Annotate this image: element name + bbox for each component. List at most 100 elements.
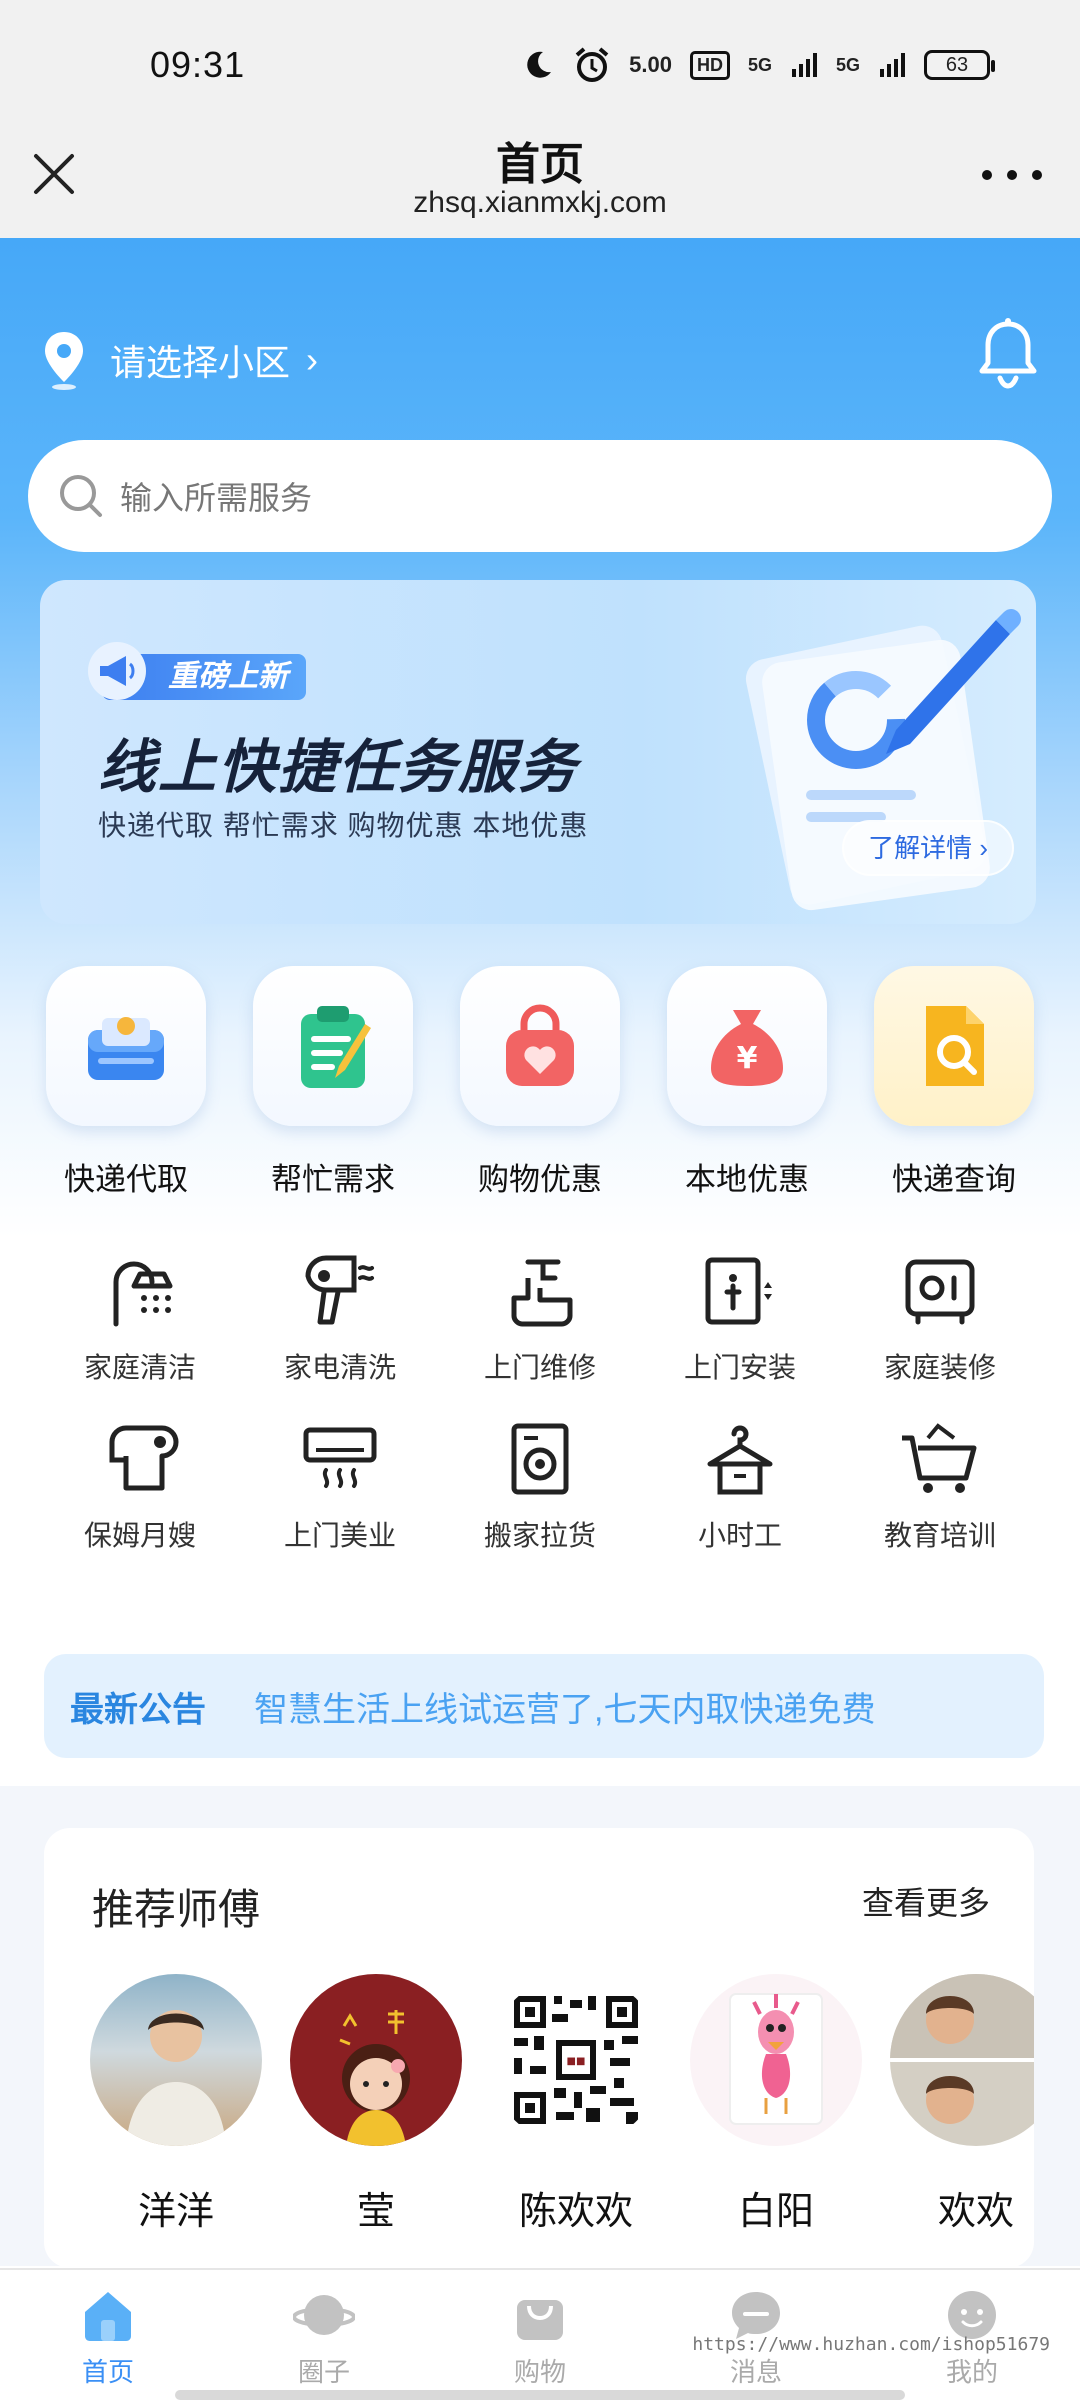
banner-detail-button[interactable]: 了解详情 › [842, 820, 1014, 876]
nav-tab-circle[interactable]: 圈子 [216, 2270, 432, 2400]
service-education[interactable]: 教育培训 [840, 1416, 1040, 1554]
hanger-icon [707, 1425, 773, 1495]
section-title: 推荐师傅 [92, 1886, 261, 1933]
master-item[interactable]: 欢欢 [890, 1974, 1034, 2235]
money-bag-icon: ¥ [667, 966, 827, 1126]
megaphone-icon [88, 642, 146, 700]
service-home-installation[interactable]: 上门安装 [640, 1248, 840, 1386]
search-placeholder: 输入所需服务 [120, 480, 313, 516]
net-speed-value: 5.00 [629, 52, 672, 77]
service-help-request[interactable]: 帮忙需求 [235, 966, 431, 1199]
page-url: zhsq.xianmxkj.com [413, 186, 667, 219]
service-nanny[interactable]: 保姆月嫂 [40, 1416, 240, 1554]
alarm-icon [573, 46, 611, 84]
service-label: 购物优惠 [478, 1162, 602, 1197]
nav-label: 我的 [945, 2357, 998, 2387]
service-label: 家电清洗 [283, 1352, 396, 1383]
hd-badge: HD [689, 50, 730, 80]
promo-banner[interactable]: 重磅上新 线上快捷任务服务 快递代取 帮忙需求 购物优惠 本地优惠 了解详情 › [40, 580, 1036, 924]
service-label: 保姆月嫂 [83, 1520, 196, 1551]
location-selector[interactable]: 请选择小区 › [40, 330, 318, 390]
qr-code-icon: ■■ [510, 1992, 642, 2128]
status-bar: 09:31 5.00 HD 5G 5G 63 [0, 0, 1080, 120]
service-moving[interactable]: 搬家拉货 [440, 1416, 640, 1554]
announcement-bar[interactable]: 最新公告 智慧生活上线试运营了,七天内取快递免费 [44, 1654, 1044, 1758]
service-label: 搬家拉货 [483, 1520, 596, 1551]
avatar: ■■ [490, 1974, 662, 2146]
watermark: https://www.huzhan.com/ishop51679 [692, 2334, 1050, 2355]
nav-tab-shopping[interactable]: 购物 [432, 2270, 648, 2400]
master-item[interactable]: 白阳 [690, 1974, 862, 2235]
service-appliance-cleaning[interactable]: 家电清洗 [240, 1248, 440, 1386]
service-home-repair[interactable]: 上门维修 [440, 1248, 640, 1386]
nav-label: 首页 [81, 2357, 134, 2387]
location-pin-icon [45, 332, 83, 390]
announcement-text: 智慧生活上线试运营了,七天内取快递免费 [254, 1690, 876, 1729]
page-title: 首页 [496, 140, 584, 189]
service-hourly-worker[interactable]: 小时工 [640, 1416, 840, 1554]
chevron-right-icon: › [306, 339, 319, 380]
master-item[interactable]: 莹 [290, 1974, 462, 2235]
title-bar: 首页 zhsq.xianmxkj.com [0, 120, 1080, 238]
document-search-icon [874, 966, 1034, 1126]
battery-icon: 63 [924, 50, 995, 80]
service-label: 快递代取 [64, 1162, 188, 1197]
signal-5g-1: 5G [747, 54, 772, 75]
master-item[interactable]: 洋洋 [90, 1974, 262, 2235]
service-local-deals[interactable]: ¥ 本地优惠 [649, 966, 845, 1199]
clipboard-icon [253, 966, 413, 1126]
cart-icon [902, 1423, 977, 1493]
service-label: 小时工 [697, 1520, 782, 1551]
shower-icon [113, 1261, 173, 1327]
recommended-masters-card: 推荐师傅 查看更多 洋洋 莹 ■■ 陈欢欢 白阳 欢欢 [44, 1828, 1034, 2268]
service-label: 上门维修 [483, 1352, 596, 1383]
service-label: 家庭装修 [883, 1352, 996, 1383]
search-icon [60, 475, 102, 517]
hair-dryer-icon [305, 1255, 374, 1325]
service-express-query[interactable]: 快递查询 [856, 966, 1052, 1199]
safe-icon [905, 1259, 975, 1325]
sub-services-grid: 家庭清洁 家电清洗 上门维修 上门安装 家庭装修 保姆月嫂 上门美业 搬家拉货 … [40, 1248, 1040, 1554]
shopping-bag-nav-icon [517, 2300, 563, 2340]
service-home-decoration[interactable]: 家庭装修 [840, 1248, 1040, 1386]
paper-roll-icon [109, 1425, 179, 1491]
master-name: 白阳 [737, 2191, 814, 2233]
home-indicator[interactable] [175, 2390, 905, 2400]
status-icons: 5.00 HD 5G 5G 63 [521, 46, 995, 84]
service-label: 教育培训 [883, 1520, 996, 1551]
service-label: 本地优惠 [685, 1162, 809, 1197]
notification-button[interactable] [976, 318, 1040, 392]
service-shopping-deals[interactable]: 购物优惠 [442, 966, 638, 1199]
nav-tab-home[interactable]: 首页 [0, 2270, 216, 2400]
nav-label: 购物 [513, 2357, 566, 2387]
elevator-icon [705, 1257, 772, 1325]
faucet-icon [511, 1259, 573, 1327]
service-beauty[interactable]: 上门美业 [240, 1416, 440, 1554]
net-speed: 5.00 [629, 52, 672, 77]
master-item[interactable]: ■■ 陈欢欢 [490, 1974, 662, 2235]
more-options-button[interactable] [982, 168, 1042, 182]
avatar [290, 1974, 462, 2146]
search-bar[interactable]: 输入所需服务 [28, 440, 1052, 552]
avatar [690, 1974, 862, 2146]
signal-bars-icon [790, 51, 818, 79]
bell-icon [979, 318, 1037, 389]
master-name: 莹 [356, 2191, 395, 2233]
wallet-icon [46, 966, 206, 1126]
avatar [890, 1974, 1034, 2146]
home-icon [85, 2292, 131, 2341]
nav-label: 圈子 [297, 2357, 350, 2387]
masters-list: 洋洋 莹 ■■ 陈欢欢 白阳 欢欢 [90, 1974, 1034, 2235]
signal-5g-2: 5G [835, 54, 860, 75]
service-home-cleaning[interactable]: 家庭清洁 [40, 1248, 240, 1386]
service-label: 快递查询 [892, 1162, 1016, 1197]
shopping-bag-icon [460, 966, 620, 1126]
banner-subtitle: 快递代取 帮忙需求 购物优惠 本地优惠 [98, 810, 589, 841]
view-more-link[interactable]: 查看更多 [862, 1878, 990, 1924]
service-label: 帮忙需求 [271, 1162, 395, 1197]
service-express-pickup[interactable]: 快递代取 [28, 966, 224, 1199]
status-time: 09:31 [150, 44, 246, 85]
main-services: 快递代取 帮忙需求 购物优惠 ¥ 本地优惠 快递查询 [28, 966, 1052, 1199]
washing-machine-icon [511, 1423, 569, 1495]
svg-text:■■: ■■ [567, 2056, 586, 2067]
